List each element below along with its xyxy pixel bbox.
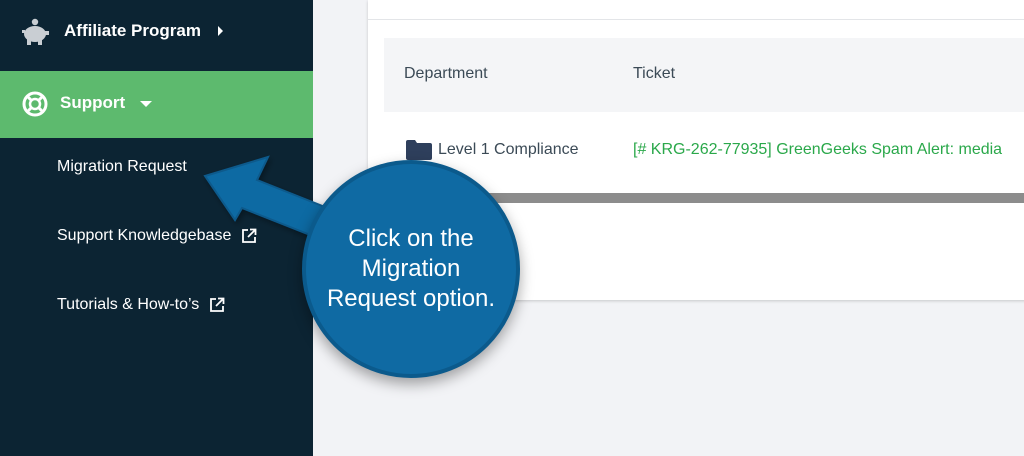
submenu-item-tutorials[interactable]: Tutorials & How-to’s [57, 296, 225, 314]
submenu-label: Tutorials & How-to’s [57, 296, 200, 313]
callout-text: Click on the Migration Request option. [326, 225, 496, 312]
external-link-icon [242, 228, 257, 243]
folder-icon [406, 140, 432, 160]
nav-item-affiliate-program[interactable]: Affiliate Program [0, 0, 313, 66]
column-header-department: Department [404, 65, 488, 82]
submenu-label: Support Knowledgebase [57, 227, 232, 244]
piggy-bank-icon [22, 18, 49, 45]
sidebar: Affiliate Program Support Migration Requ… [0, 0, 313, 456]
submenu-item-support-knowledgebase[interactable]: Support Knowledgebase [57, 227, 257, 245]
nav-item-support[interactable]: Support [0, 71, 313, 138]
nav-label-affiliate: Affiliate Program [64, 21, 201, 40]
table-header: Department Ticket [384, 38, 1024, 112]
submenu-item-migration-request[interactable]: Migration Request [57, 158, 187, 176]
submenu-label: Migration Request [57, 158, 187, 175]
column-header-ticket: Ticket [633, 65, 676, 82]
nav-label-support: Support [60, 93, 126, 112]
chevron-down-icon [140, 101, 152, 107]
cell-department: Level 1 Compliance [438, 141, 579, 158]
ticket-link[interactable]: [# KRG-262-77935] GreenGeeks Spam Alert:… [633, 141, 1002, 159]
divider [368, 19, 1024, 20]
chevron-right-icon [218, 26, 223, 36]
callout-bubble: Click on the Migration Request option. [302, 160, 520, 378]
lifebuoy-icon [22, 91, 48, 117]
external-link-icon [210, 297, 225, 312]
table-row[interactable]: Level 1 Compliance [# KRG-262-77935] Gre… [384, 112, 1024, 192]
